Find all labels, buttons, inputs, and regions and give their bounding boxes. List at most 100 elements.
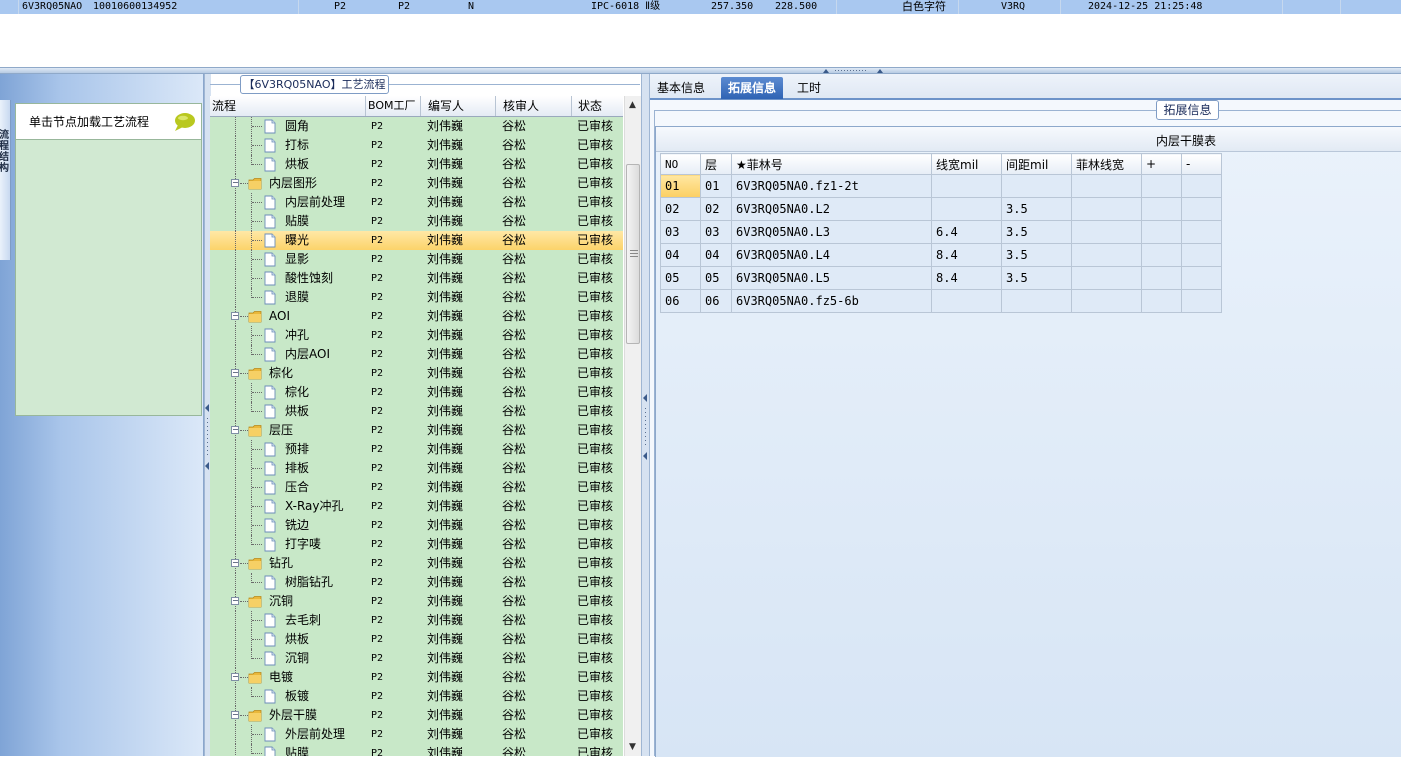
cell-film-line-width[interactable] (1071, 289, 1142, 313)
tree-step-row[interactable]: 退膜 P2 刘伟巍 谷松 已审核 (210, 288, 623, 307)
cell-line-width[interactable] (931, 174, 1002, 198)
cell-spacing[interactable]: 3.5 (1001, 197, 1072, 221)
tree-group-row[interactable]: − 外层干膜 P2 刘伟巍 谷松 已审核 (210, 706, 623, 725)
cell-plus[interactable] (1141, 174, 1182, 198)
cell-line-width[interactable]: 8.4 (931, 243, 1002, 267)
column-header-bom-factory[interactable]: BOM工厂 (366, 96, 421, 116)
tree-step-row[interactable]: 铣边 P2 刘伟巍 谷松 已审核 (210, 516, 623, 535)
tree-group-row[interactable]: − 沉铜 P2 刘伟巍 谷松 已审核 (210, 592, 623, 611)
table-row[interactable]: 02 02 6V3RQ05NA0.L2 3.5 (660, 197, 1222, 221)
tree-step-row[interactable]: 内层前处理 P2 刘伟巍 谷松 已审核 (210, 193, 623, 212)
tree-step-row[interactable]: 贴膜 P2 刘伟巍 谷松 已审核 (210, 744, 623, 756)
cell-film-line-width[interactable] (1071, 197, 1142, 221)
cell-film-number[interactable]: 6V3RQ05NA0.L3 (731, 220, 932, 244)
column-header-film-line-width[interactable]: 菲林线宽 (1071, 153, 1142, 175)
tab-work-hours[interactable]: 工时 (790, 77, 828, 99)
tree-step-row[interactable]: 去毛刺 P2 刘伟巍 谷松 已审核 (210, 611, 623, 630)
cell-plus[interactable] (1141, 220, 1182, 244)
vertical-splitter-right[interactable] (641, 74, 650, 756)
cell-plus[interactable] (1141, 197, 1182, 221)
collapse-toggle-icon[interactable]: − (231, 426, 239, 434)
cell-film-number[interactable]: 6V3RQ05NA0.L4 (731, 243, 932, 267)
cell-spacing[interactable]: 3.5 (1001, 266, 1072, 290)
collapse-toggle-icon[interactable]: − (231, 179, 239, 187)
cell-layer[interactable]: 01 (700, 174, 732, 198)
column-header-reviewer[interactable]: 核审人 (496, 96, 572, 116)
scrollbar-thumb[interactable] (626, 164, 640, 344)
tree-group-row[interactable]: − 棕化 P2 刘伟巍 谷松 已审核 (210, 364, 623, 383)
cell-line-width[interactable]: 6.4 (931, 220, 1002, 244)
cell-film-number[interactable]: 6V3RQ05NA0.fz1-2t (731, 174, 932, 198)
tree-step-row[interactable]: 内层AOI P2 刘伟巍 谷松 已审核 (210, 345, 623, 364)
tree-step-row[interactable]: 烘板 P2 刘伟巍 谷松 已审核 (210, 155, 623, 174)
table-row[interactable]: 06 06 6V3RQ05NA0.fz5-6b (660, 289, 1222, 313)
tree-step-row[interactable]: 冲孔 P2 刘伟巍 谷松 已审核 (210, 326, 623, 345)
side-tab-process-structure[interactable]: 流程结构 (0, 100, 11, 260)
cell-no[interactable]: 05 (660, 266, 701, 290)
column-header-writer[interactable]: 编写人 (421, 96, 496, 116)
cell-minus[interactable] (1181, 174, 1222, 198)
column-header-plus[interactable]: + (1141, 153, 1182, 175)
tree-group-row[interactable]: − AOI P2 刘伟巍 谷松 已审核 (210, 307, 623, 326)
scroll-down-icon[interactable]: ▼ (629, 742, 636, 752)
tree-group-row[interactable]: − 内层图形 P2 刘伟巍 谷松 已审核 (210, 174, 623, 193)
tree-step-row[interactable]: 排板 P2 刘伟巍 谷松 已审核 (210, 459, 623, 478)
tab-basic-info[interactable]: 基本信息 (650, 77, 712, 99)
cell-spacing[interactable]: 3.5 (1001, 243, 1072, 267)
cell-layer[interactable]: 06 (700, 289, 732, 313)
column-header-status[interactable]: 状态 (572, 96, 623, 116)
tree-group-row[interactable]: − 层压 P2 刘伟巍 谷松 已审核 (210, 421, 623, 440)
tree-step-row[interactable]: X-Ray冲孔 P2 刘伟巍 谷松 已审核 (210, 497, 623, 516)
cell-film-line-width[interactable] (1071, 266, 1142, 290)
collapse-toggle-icon[interactable]: − (231, 711, 239, 719)
cell-film-line-width[interactable] (1071, 243, 1142, 267)
table-row[interactable]: 05 05 6V3RQ05NA0.L5 8.4 3.5 (660, 266, 1222, 290)
collapse-toggle-icon[interactable]: − (231, 597, 239, 605)
collapse-toggle-icon[interactable]: − (231, 312, 239, 320)
cell-layer[interactable]: 04 (700, 243, 732, 267)
cell-minus[interactable] (1181, 197, 1222, 221)
cell-no[interactable]: 03 (660, 220, 701, 244)
cell-minus[interactable] (1181, 243, 1222, 267)
column-header-film-number[interactable]: ★菲林号 (731, 153, 932, 175)
tree-step-row[interactable]: 烘板 P2 刘伟巍 谷松 已审核 (210, 402, 623, 421)
cell-line-width[interactable]: 8.4 (931, 266, 1002, 290)
collapse-toggle-icon[interactable]: − (231, 369, 239, 377)
tree-step-row[interactable]: 树脂钻孔 P2 刘伟巍 谷松 已审核 (210, 573, 623, 592)
column-header-minus[interactable]: - (1181, 153, 1222, 175)
cell-film-line-width[interactable] (1071, 220, 1142, 244)
tree-step-row[interactable]: 沉铜 P2 刘伟巍 谷松 已审核 (210, 649, 623, 668)
cell-line-width[interactable] (931, 197, 1002, 221)
cell-film-number[interactable]: 6V3RQ05NA0.L5 (731, 266, 932, 290)
column-header-spacing[interactable]: 间距mil (1001, 153, 1072, 175)
tree-step-row[interactable]: 烘板 P2 刘伟巍 谷松 已审核 (210, 630, 623, 649)
cell-spacing[interactable] (1001, 289, 1072, 313)
column-header-layer[interactable]: 层 (700, 153, 732, 175)
cell-spacing[interactable]: 3.5 (1001, 220, 1072, 244)
cell-plus[interactable] (1141, 243, 1182, 267)
collapse-toggle-icon[interactable]: − (231, 559, 239, 567)
table-row[interactable]: 04 04 6V3RQ05NA0.L4 8.4 3.5 (660, 243, 1222, 267)
horizontal-splitter[interactable] (0, 67, 1401, 74)
selected-record-row[interactable]: 6V3RQ05NAO 10010600134952 P2 P2 N IPC-60… (0, 0, 1401, 14)
scroll-up-icon[interactable]: ▲ (629, 100, 636, 110)
cell-spacing[interactable] (1001, 174, 1072, 198)
cell-no[interactable]: 06 (660, 289, 701, 313)
cell-film-line-width[interactable] (1071, 174, 1142, 198)
cell-no[interactable]: 04 (660, 243, 701, 267)
cell-minus[interactable] (1181, 289, 1222, 313)
tree-step-row[interactable]: 外层前处理 P2 刘伟巍 谷松 已审核 (210, 725, 623, 744)
cell-film-number[interactable]: 6V3RQ05NA0.L2 (731, 197, 932, 221)
cell-plus[interactable] (1141, 289, 1182, 313)
cell-layer[interactable]: 03 (700, 220, 732, 244)
tree-step-row[interactable]: 曝光 P2 刘伟巍 谷松 已审核 (210, 231, 623, 250)
tree-step-row[interactable]: 显影 P2 刘伟巍 谷松 已审核 (210, 250, 623, 269)
collapse-toggle-icon[interactable]: − (231, 673, 239, 681)
tree-group-row[interactable]: − 钻孔 P2 刘伟巍 谷松 已审核 (210, 554, 623, 573)
tree-step-row[interactable]: 压合 P2 刘伟巍 谷松 已审核 (210, 478, 623, 497)
tree-group-row[interactable]: − 电镀 P2 刘伟巍 谷松 已审核 (210, 668, 623, 687)
tree-step-row[interactable]: 圆角 P2 刘伟巍 谷松 已审核 (210, 117, 623, 136)
tab-extended-info[interactable]: 拓展信息 (721, 77, 784, 99)
column-header-no[interactable]: NO (660, 153, 701, 175)
cell-layer[interactable]: 05 (700, 266, 732, 290)
